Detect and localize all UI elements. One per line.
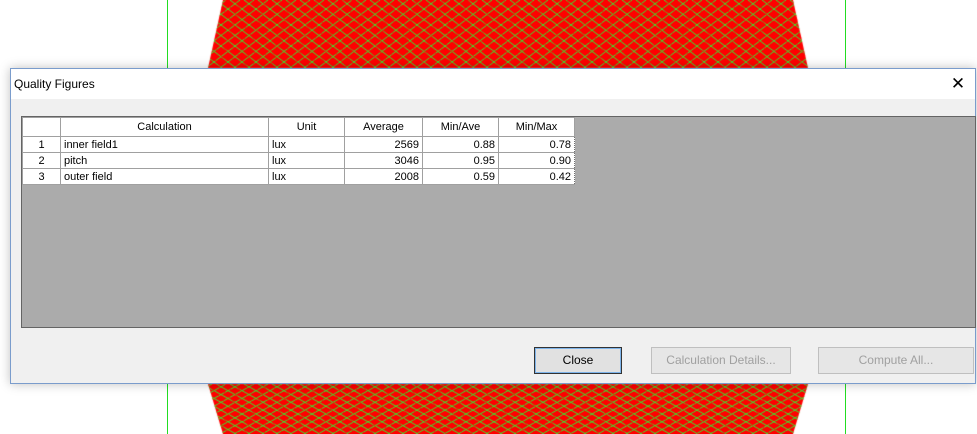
compute-all-button[interactable]: Compute All... [818, 347, 974, 374]
cell-min-ave[interactable]: 0.59 [422, 168, 499, 185]
cell-calculation[interactable]: pitch [60, 152, 269, 169]
table-header-row: Calculation Unit Average Min/Ave Min/Max [22, 117, 575, 137]
header-min-max[interactable]: Min/Max [498, 117, 575, 137]
plot-boundary-right [845, 0, 846, 68]
dialog-titlebar[interactable]: Quality Figures ✕ [11, 69, 975, 100]
results-table: Calculation Unit Average Min/Ave Min/Max… [22, 117, 575, 185]
cell-min-ave[interactable]: 0.88 [422, 136, 499, 153]
close-icon[interactable]: ✕ [941, 69, 975, 99]
cell-unit[interactable]: lux [268, 136, 345, 153]
cell-average[interactable]: 2569 [344, 136, 423, 153]
cell-min-max[interactable]: 0.78 [498, 136, 575, 153]
table-row[interactable]: 3 outer field lux 2008 0.59 0.42 [22, 168, 575, 185]
quality-figures-dialog: Quality Figures ✕ Calculation Unit Avera… [10, 68, 976, 384]
close-button[interactable]: Close [534, 347, 622, 374]
plot-boundary-right-lower [845, 384, 846, 434]
cell-calculation[interactable]: inner field1 [60, 136, 269, 153]
header-unit[interactable]: Unit [268, 117, 345, 137]
plot-boundary-left [167, 0, 168, 68]
header-min-ave[interactable]: Min/Ave [422, 117, 499, 137]
cell-calculation[interactable]: outer field [60, 168, 269, 185]
dialog-title: Quality Figures [14, 77, 95, 91]
table-row[interactable]: 1 inner field1 lux 2569 0.88 0.78 [22, 136, 575, 153]
header-average[interactable]: Average [344, 117, 423, 137]
calculation-details-button[interactable]: Calculation Details... [651, 347, 791, 374]
cell-unit[interactable]: lux [268, 152, 345, 169]
results-grid[interactable]: Calculation Unit Average Min/Ave Min/Max… [21, 116, 976, 328]
table-row[interactable]: 2 pitch lux 3046 0.95 0.90 [22, 152, 575, 169]
cell-unit[interactable]: lux [268, 168, 345, 185]
header-corner[interactable] [22, 117, 61, 137]
row-number[interactable]: 3 [22, 168, 61, 185]
cell-min-max[interactable]: 0.42 [498, 168, 575, 185]
cell-average[interactable]: 2008 [344, 168, 423, 185]
cell-min-ave[interactable]: 0.95 [422, 152, 499, 169]
cell-min-max[interactable]: 0.90 [498, 152, 575, 169]
plot-boundary-left-lower [167, 384, 168, 434]
cell-average[interactable]: 3046 [344, 152, 423, 169]
header-calculation[interactable]: Calculation [60, 117, 269, 137]
row-number[interactable]: 1 [22, 136, 61, 153]
row-number[interactable]: 2 [22, 152, 61, 169]
